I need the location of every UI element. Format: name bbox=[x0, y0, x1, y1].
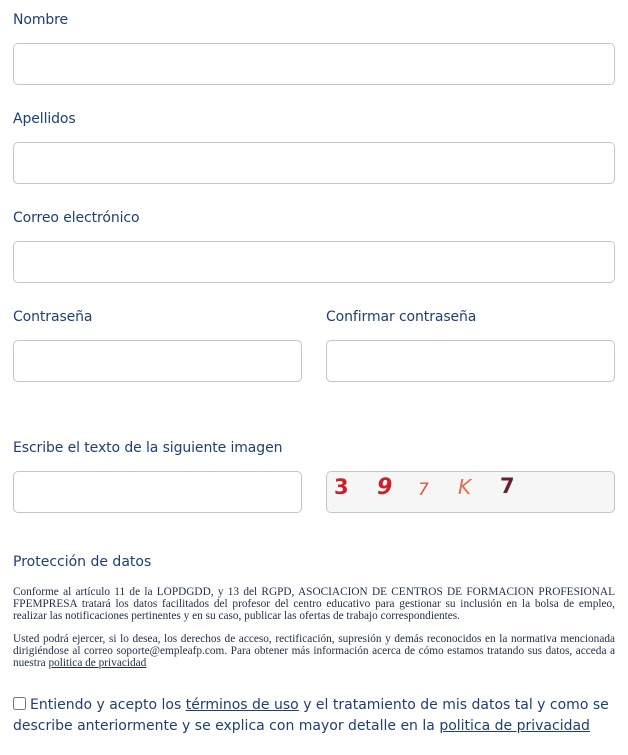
privacy-policy-link[interactable]: politica de privacidad bbox=[48, 657, 146, 669]
nombre-field[interactable] bbox=[13, 43, 615, 85]
password-field[interactable] bbox=[13, 340, 302, 382]
apellidos-field[interactable] bbox=[13, 142, 615, 184]
captcha-char: 9 bbox=[377, 475, 392, 500]
apellidos-input[interactable] bbox=[14, 143, 614, 183]
captcha-label: Escribe el texto de la siguiente imagen bbox=[13, 440, 283, 456]
terms-link[interactable]: términos de uso bbox=[186, 697, 299, 713]
captcha-char: 7 bbox=[418, 480, 429, 500]
captcha-char: K bbox=[458, 475, 473, 499]
privacy-paragraph-1: Conforme al artículo 11 de la LOPDGDD, y… bbox=[13, 586, 615, 622]
confirm-password-field[interactable] bbox=[326, 340, 615, 382]
consent-row: Entiendo y acepto los términos de uso y … bbox=[13, 695, 615, 737]
nombre-input[interactable] bbox=[14, 44, 614, 84]
confirm-password-label: Confirmar contraseña bbox=[326, 309, 477, 325]
confirm-password-input[interactable] bbox=[327, 341, 614, 381]
captcha-char: 3 bbox=[334, 475, 349, 499]
consent-checkbox[interactable] bbox=[13, 697, 26, 710]
password-label: Contraseña bbox=[13, 309, 93, 325]
captcha-image: 3 9 7 K 7 bbox=[326, 471, 615, 513]
captcha-field[interactable] bbox=[13, 471, 302, 513]
password-input[interactable] bbox=[14, 341, 301, 381]
captcha-char: 7 bbox=[500, 474, 515, 498]
email-label: Correo electrónico bbox=[13, 210, 140, 226]
consent-policy-link[interactable]: politica de privacidad bbox=[439, 718, 590, 734]
nombre-label: Nombre bbox=[13, 12, 69, 28]
captcha-svg: 3 9 7 K 7 bbox=[334, 474, 515, 500]
email-input[interactable] bbox=[14, 242, 614, 282]
consent-text-before: Entiendo y acepto los bbox=[30, 697, 182, 713]
privacy-paragraph-2: Usted podrá ejercer, si lo desea, los de… bbox=[13, 633, 615, 669]
apellidos-label: Apellidos bbox=[13, 111, 76, 127]
email-field[interactable] bbox=[13, 241, 615, 283]
privacy-title: Protección de datos bbox=[13, 554, 152, 570]
captcha-input[interactable] bbox=[14, 472, 301, 512]
